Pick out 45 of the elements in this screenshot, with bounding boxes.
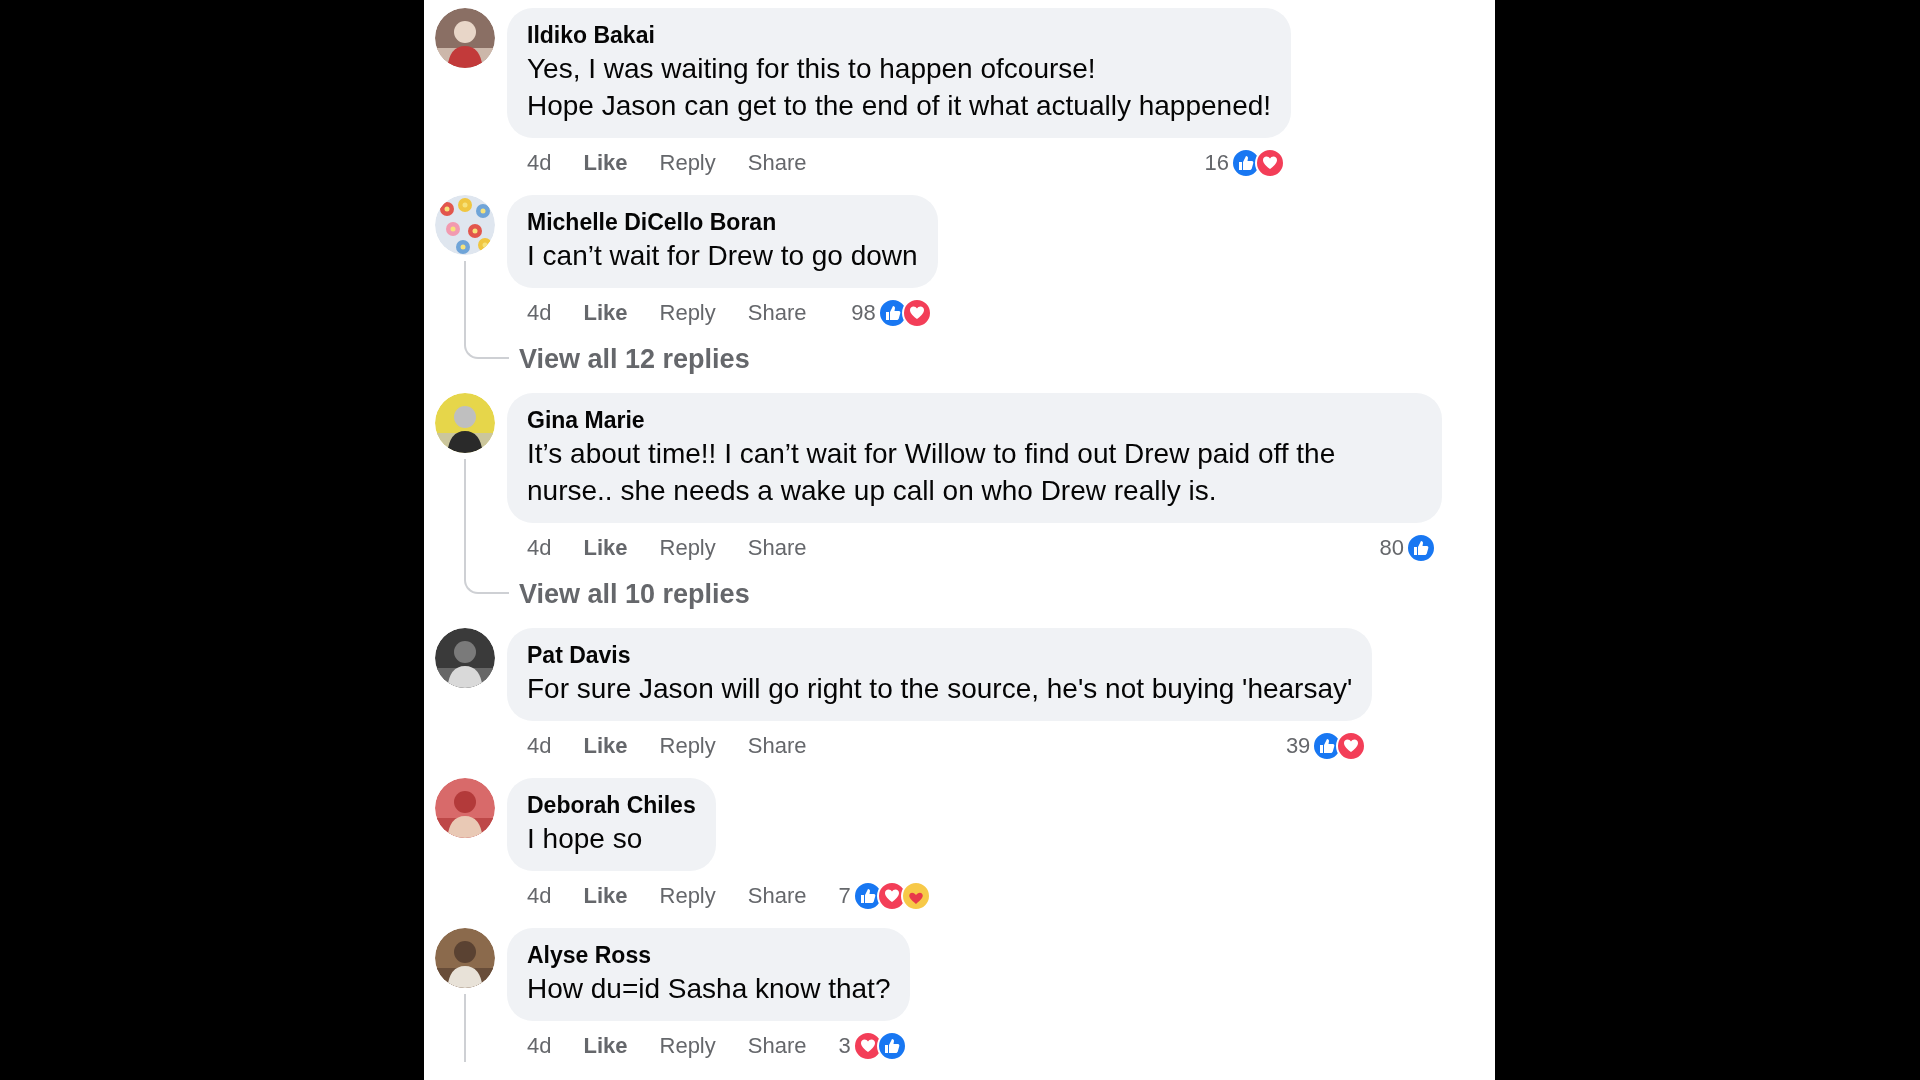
like-link[interactable]: Like [583, 296, 628, 329]
share-link[interactable]: Share [747, 729, 807, 762]
reply-link[interactable]: Reply [659, 296, 716, 329]
share-link[interactable]: Share [747, 296, 807, 329]
comment-text: Yes, I was waiting for this to happen ofcourse! [527, 52, 1097, 86]
author-name[interactable]: Alyse Ross [527, 940, 651, 970]
like-link[interactable]: Like [583, 879, 628, 912]
reaction-count[interactable]: 80 [1379, 531, 1404, 564]
author-name[interactable]: Gina Marie [527, 405, 645, 435]
like-link[interactable]: Like [583, 531, 628, 564]
reply-link[interactable]: Reply [659, 146, 716, 179]
timestamp[interactable]: 4d [527, 879, 552, 912]
reply-link[interactable]: Reply [659, 1029, 716, 1062]
timestamp[interactable]: 4d [527, 729, 552, 762]
author-name[interactable]: Pat Davis [527, 640, 631, 670]
timestamp[interactable]: 4d [527, 146, 552, 179]
like-link[interactable]: Like [583, 1029, 628, 1062]
comment-text: How du=id Sasha know that? [527, 972, 891, 1006]
timestamp[interactable]: 4d [527, 531, 552, 564]
comment-text: I hope so [527, 822, 644, 856]
comment-text: For sure Jason will go right to the source, he's not buying 'hearsay' [527, 672, 1353, 706]
author-name[interactable]: Ildiko Bakai [527, 20, 655, 50]
reply-link[interactable]: Reply [659, 879, 716, 912]
share-link[interactable]: Share [747, 1029, 807, 1062]
reaction-count[interactable]: 16 [1204, 146, 1230, 179]
comment-text: Hope Jason can get to the end of it what actually happened! [527, 89, 1272, 123]
reply-link[interactable]: Reply [659, 729, 716, 762]
view-replies-link[interactable]: View all 10 replies [519, 576, 750, 612]
share-link[interactable]: Share [747, 531, 807, 564]
like-link[interactable]: Like [583, 146, 628, 179]
timestamp[interactable]: 4d [527, 1029, 552, 1062]
reaction-count[interactable]: 7 [838, 879, 851, 912]
reaction-count[interactable]: 39 [1285, 729, 1311, 762]
reply-link[interactable]: Reply [659, 531, 716, 564]
author-name[interactable]: Deborah Chiles [527, 790, 696, 820]
share-link[interactable]: Share [747, 879, 807, 912]
comment-text: I can’t wait for Drew to go down [527, 239, 918, 273]
view-replies-link[interactable]: View all 12 replies [519, 341, 750, 377]
author-name[interactable]: Michelle DiCello Boran [527, 207, 777, 237]
comment-text: It’s about time!! I can’t wait for Willow to find out Drew paid off the nurse.. she needs a wake up call on who Drew really is. [527, 437, 1337, 508]
reaction-count[interactable]: 3 [838, 1029, 851, 1062]
like-link[interactable]: Like [583, 729, 628, 762]
reaction-count[interactable]: 98 [851, 296, 876, 329]
timestamp[interactable]: 4d [527, 296, 552, 329]
share-link[interactable]: Share [747, 146, 807, 179]
